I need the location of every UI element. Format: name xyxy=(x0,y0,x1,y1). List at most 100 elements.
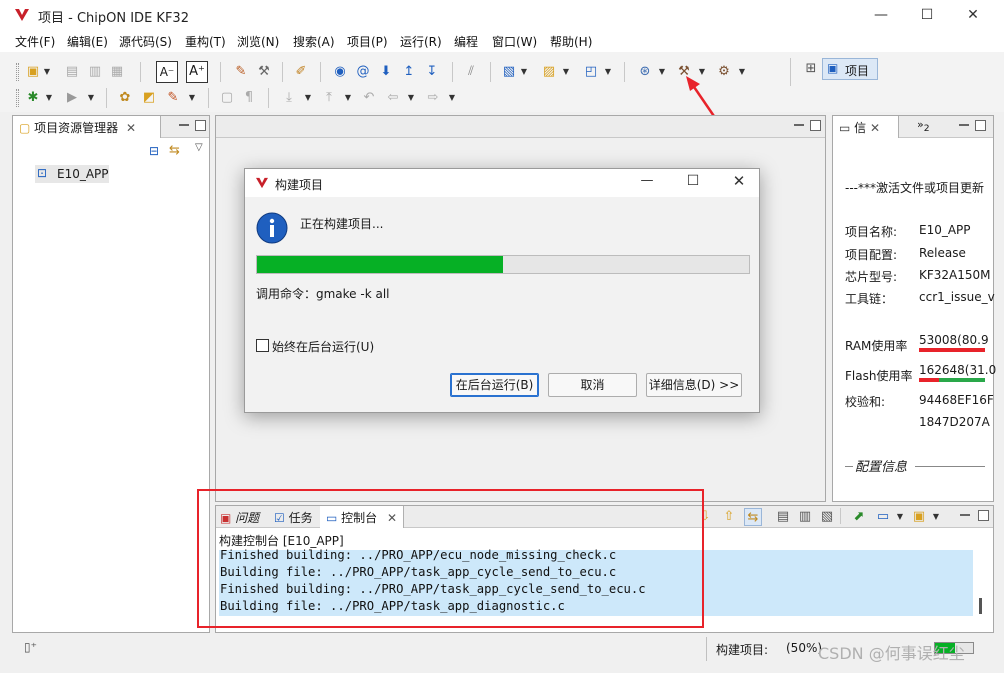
chevron-down-icon[interactable]: ▼ xyxy=(304,89,312,107)
minimize-button[interactable]: — xyxy=(858,4,904,26)
arrow-down-icon[interactable]: ⬇ xyxy=(377,63,395,81)
save-all-icon[interactable]: ▥ xyxy=(86,63,104,81)
disabled-para-icon[interactable]: ¶ xyxy=(240,89,258,107)
toolbar-grip[interactable] xyxy=(16,89,19,107)
perspective-project-button[interactable]: ▣ 项目 xyxy=(822,58,878,80)
close-icon[interactable]: ✕ xyxy=(870,121,880,135)
menu-edit[interactable]: 编辑(E) xyxy=(67,33,108,50)
chevron-down-icon[interactable]: ▼ xyxy=(896,508,904,526)
chevron-down-icon[interactable]: ▼ xyxy=(188,89,196,107)
folder-icon[interactable]: ◩ xyxy=(140,89,158,107)
clear-console-icon[interactable]: ▧ xyxy=(818,508,836,526)
chevron-down-icon[interactable]: ▼ xyxy=(87,89,95,107)
wrench-icon[interactable]: ⚒ xyxy=(255,63,273,81)
save-icon[interactable]: ▤ xyxy=(63,63,81,81)
menu-file[interactable]: 文件(F) xyxy=(15,33,55,50)
menu-program[interactable]: 编程 xyxy=(454,33,478,50)
word-wrap-icon[interactable]: ▥ xyxy=(796,508,814,526)
disabled-block-icon[interactable]: ▢ xyxy=(218,89,236,107)
menu-source[interactable]: 源代码(S) xyxy=(119,33,172,50)
minimize-icon[interactable] xyxy=(179,124,189,126)
dialog-maximize-button[interactable]: ☐ xyxy=(679,173,707,189)
arrow-up-icon[interactable]: ↥ xyxy=(400,63,418,81)
chevron-down-icon[interactable]: ▼ xyxy=(448,89,456,107)
menu-help[interactable]: 帮助(H) xyxy=(550,33,592,50)
minimize-icon[interactable] xyxy=(960,514,970,516)
chevron-down-icon[interactable]: ▼ xyxy=(43,63,51,81)
maximize-icon[interactable] xyxy=(810,120,821,131)
at-icon[interactable]: @ xyxy=(354,63,372,81)
bug-icon[interactable]: ✱ xyxy=(24,89,42,107)
status-icon[interactable]: ▯⁺ xyxy=(24,640,37,654)
view-menu-icon[interactable]: ▽ xyxy=(195,142,203,153)
run-icon[interactable]: ▶ xyxy=(63,89,81,107)
new-console-icon[interactable]: ▣ xyxy=(910,508,928,526)
chevron-down-icon[interactable]: ▼ xyxy=(932,508,940,526)
chevron-down-icon[interactable]: ▼ xyxy=(344,89,352,107)
dialog-minimize-button[interactable]: — xyxy=(633,173,661,188)
close-icon[interactable]: ✕ xyxy=(126,121,136,135)
edit-icon[interactable]: ✎ xyxy=(232,63,250,81)
chevron-down-icon[interactable]: ▼ xyxy=(562,63,570,81)
new-project-icon[interactable]: ▧ xyxy=(500,63,518,81)
arrow-up-icon[interactable]: ⇧ xyxy=(720,508,738,526)
menu-search[interactable]: 搜索(A) xyxy=(293,33,335,50)
prev-annotation-icon[interactable]: ⤒ xyxy=(320,89,338,107)
maximize-button[interactable]: ☐ xyxy=(904,4,950,26)
dialog-title-bar[interactable]: 构建项目 — ☐ ✕ xyxy=(245,169,759,197)
maximize-icon[interactable] xyxy=(195,120,206,131)
toolbar-grip[interactable] xyxy=(16,63,19,81)
forward-icon[interactable]: ⇨ xyxy=(424,89,442,107)
tab-info[interactable]: ▭ 信 ✕ xyxy=(833,116,899,138)
brush-icon[interactable]: ✐ xyxy=(292,63,310,81)
chevron-down-icon[interactable]: ▼ xyxy=(658,63,666,81)
maximize-icon[interactable] xyxy=(978,510,989,521)
menu-navigate[interactable]: 浏览(N) xyxy=(237,33,279,50)
pin-icon[interactable]: ⬈ xyxy=(850,508,868,526)
collapse-all-icon[interactable]: ⊟ xyxy=(149,144,159,158)
search-icon[interactable]: ◉ xyxy=(331,63,349,81)
back-icon[interactable]: ⇦ xyxy=(384,89,402,107)
open-perspective-icon[interactable]: ⊞ xyxy=(802,60,820,78)
details-button[interactable]: 详细信息(D) >> xyxy=(646,373,742,397)
cancel-button[interactable]: 取消 xyxy=(548,373,637,397)
link-editor-icon[interactable]: ⇆ xyxy=(169,143,180,158)
console-scrollbar[interactable] xyxy=(979,598,982,614)
chevron-down-icon[interactable]: ▼ xyxy=(407,89,415,107)
font-decrease-icon[interactable]: A⁻ xyxy=(156,61,178,83)
new-file-icon[interactable]: ▣ xyxy=(24,63,42,81)
menu-refactor[interactable]: 重构(T) xyxy=(185,33,226,50)
run-in-background-button[interactable]: 在后台运行(B) xyxy=(450,373,539,397)
dialog-close-button[interactable]: ✕ xyxy=(725,172,753,190)
menu-window[interactable]: 窗口(W) xyxy=(492,33,537,50)
font-increase-icon[interactable]: A⁺ xyxy=(186,61,208,83)
minimize-icon[interactable] xyxy=(794,124,804,126)
tree-item-project[interactable]: ⊡ E10_APP xyxy=(35,165,109,183)
open-icon[interactable]: ✿ xyxy=(116,89,134,107)
run-in-background-checkbox[interactable] xyxy=(256,339,269,352)
print-icon[interactable]: ▦ xyxy=(108,63,126,81)
display-console-icon[interactable]: ▭ xyxy=(874,508,892,526)
debug-icon[interactable]: ⊛ xyxy=(636,63,654,81)
last-edit-icon[interactable]: ↶ xyxy=(360,89,378,107)
close-button[interactable]: ✕ xyxy=(950,4,996,26)
maximize-icon[interactable] xyxy=(975,120,986,131)
link-icon[interactable]: ⇆ xyxy=(744,508,762,526)
chevron-down-icon[interactable]: ▼ xyxy=(738,63,746,81)
scroll-lock-icon[interactable]: ▤ xyxy=(774,508,792,526)
chevron-down-icon[interactable]: ▼ xyxy=(520,63,528,81)
format-icon[interactable]: ⫽ xyxy=(462,63,480,81)
build-progress-bar xyxy=(256,255,750,274)
arrow-return-icon[interactable]: ↧ xyxy=(423,63,441,81)
next-annotation-icon[interactable]: ⤓ xyxy=(280,89,298,107)
tab-project-explorer[interactable]: ▢ 项目资源管理器 ✕ xyxy=(13,116,161,138)
new-folder-icon[interactable]: ▨ xyxy=(540,63,558,81)
minimize-icon[interactable] xyxy=(959,124,969,126)
new-class-icon[interactable]: ◰ xyxy=(582,63,600,81)
more-tabs-button[interactable]: »2 xyxy=(917,118,930,134)
menu-run[interactable]: 运行(R) xyxy=(400,33,442,50)
chevron-down-icon[interactable]: ▼ xyxy=(45,89,53,107)
tool-icon[interactable]: ✎ xyxy=(164,89,182,107)
chevron-down-icon[interactable]: ▼ xyxy=(604,63,612,81)
menu-project[interactable]: 项目(P) xyxy=(347,33,388,50)
